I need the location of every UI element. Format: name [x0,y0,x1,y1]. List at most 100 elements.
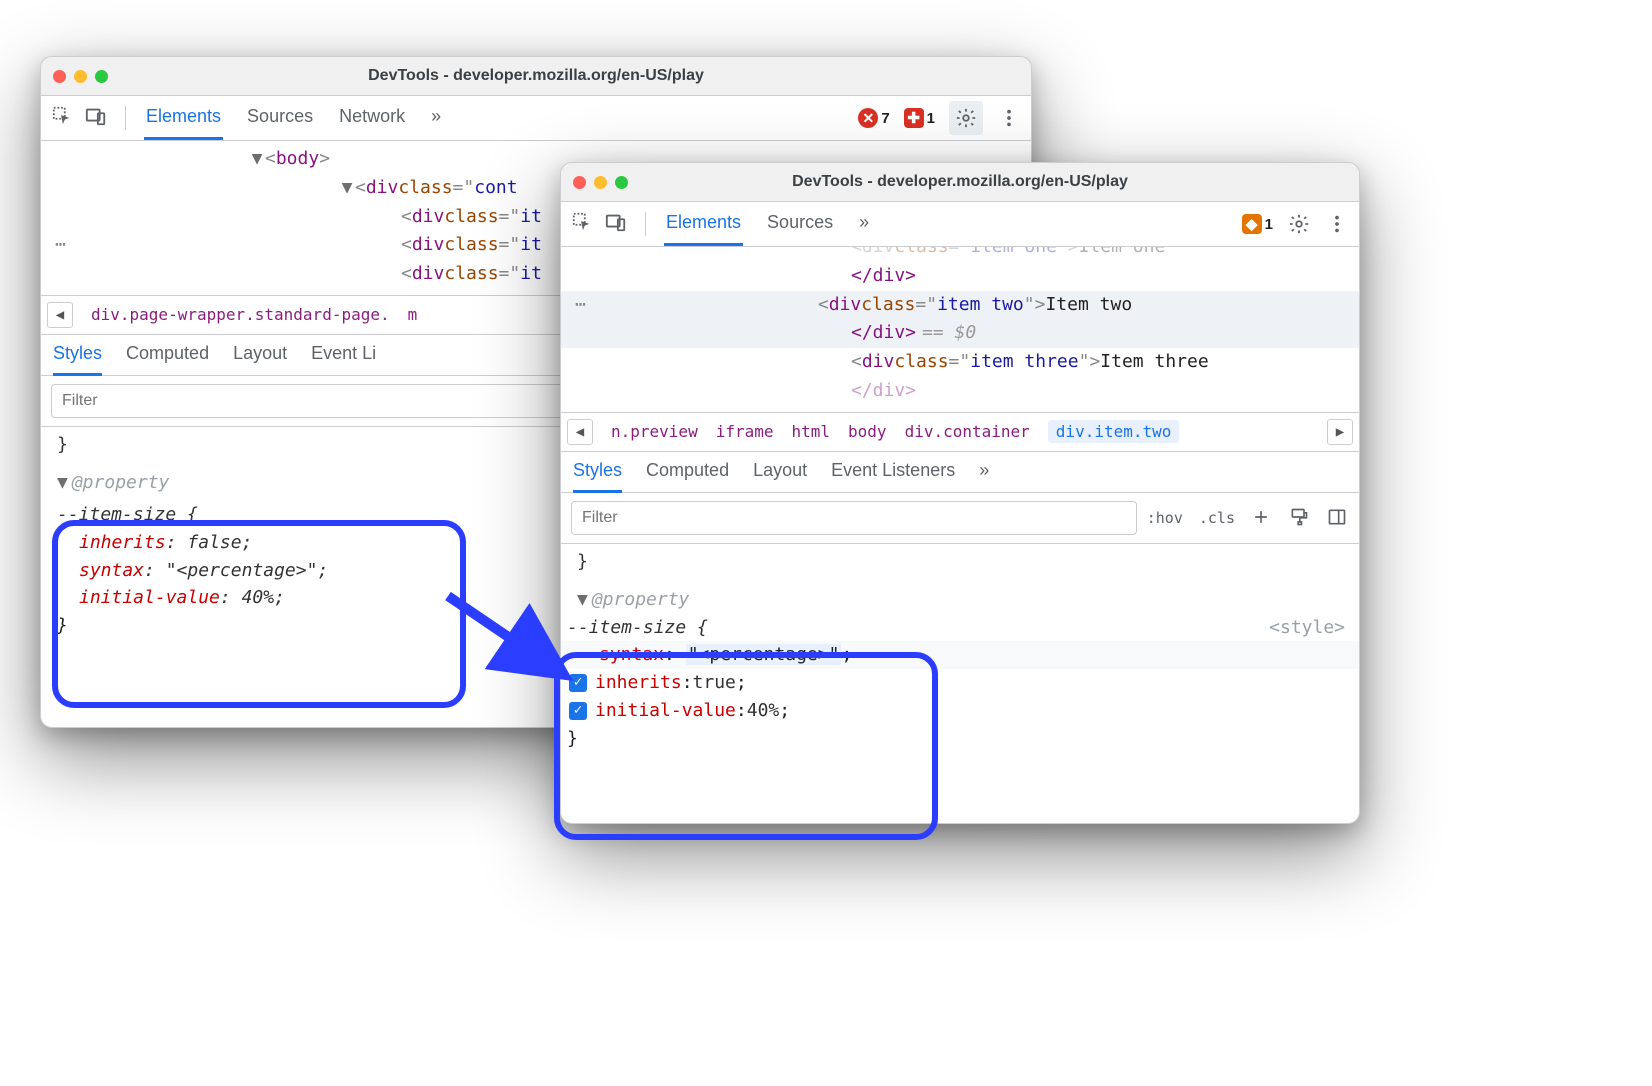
inherits-prop-name[interactable]: inherits [595,669,682,697]
tabs-more[interactable]: » [429,96,443,140]
breadcrumb-2[interactable]: ◀ n.preview iframe html body div.contain… [561,413,1359,452]
devtools-window-2: DevTools - developer.mozilla.org/en-US/p… [560,162,1360,824]
subtab-styles[interactable]: Styles [573,450,622,493]
gear-icon[interactable] [949,101,983,135]
warn-count: 1 [1265,216,1273,233]
tab-sources[interactable]: Sources [765,202,835,246]
crumb-container[interactable]: div.container [905,422,1030,441]
zoom-dot[interactable] [615,176,628,189]
window1-titlebar: DevTools - developer.mozilla.org/en-US/p… [41,57,1031,96]
initial-value-prop-name[interactable]: initial-value [595,697,736,725]
ellipsis-icon[interactable]: ⋯ [575,291,586,319]
inherits-prop-value[interactable]: true [693,669,736,697]
initial-value-prop-value[interactable]: 40% [242,587,275,608]
inherits-prop-value[interactable]: false [187,532,241,553]
initial-value-prop-name[interactable]: initial-value [79,587,220,608]
window1-title: DevTools - developer.mozilla.org/en-US/p… [41,67,1031,85]
warning-icon: ✚ [904,108,924,128]
item-one-class: item one [970,247,1057,262]
subtab-computed[interactable]: Computed [646,450,729,493]
subtab-layout[interactable]: Layout [753,450,807,493]
close-brace: } [561,725,1359,753]
traffic-lights[interactable] [573,176,628,189]
crumb-html[interactable]: html [792,422,831,441]
subtab-event-listeners[interactable]: Event Listeners [831,450,955,493]
disclosure-icon[interactable]: ▼ [577,589,588,610]
disclosure-icon[interactable]: ▼ [57,472,68,493]
close-dot[interactable] [573,176,586,189]
errors-badge[interactable]: ✕ 7 [858,108,889,128]
inherits-prop-name[interactable]: inherits [79,532,166,553]
inspect-icon[interactable] [571,211,593,238]
div-tag: div [366,174,399,203]
crumb-prev-icon[interactable]: ◀ [47,302,73,328]
cls-toggle[interactable]: .cls [1199,509,1235,527]
syntax-prop-value[interactable]: "<percentage>" [686,644,842,665]
gear-icon[interactable] [1287,212,1311,236]
crumb-next-icon[interactable]: ▶ [1327,419,1353,445]
hov-toggle[interactable]: :hov [1147,509,1183,527]
checkbox-icon[interactable]: ✓ [569,674,587,692]
subtab-styles[interactable]: Styles [53,333,102,376]
syntax-prop-name[interactable]: syntax [599,644,664,665]
zoom-dot[interactable] [95,70,108,83]
div-tag: div [412,231,445,260]
subtab-layout[interactable]: Layout [233,333,287,376]
crumb-prev-icon[interactable]: ◀ [567,419,593,445]
item-one-text: Item one [1079,247,1166,262]
kebab-icon[interactable] [1325,212,1349,236]
close-div-tag: </div> [851,262,916,291]
ellipsis-icon[interactable]: ⋯ [55,231,66,259]
warnings-badge[interactable]: ✚ 1 [904,108,935,128]
close-div-tag: </div> [851,377,916,406]
subtabs-more[interactable]: » [979,450,989,493]
crumb-preview[interactable]: n.preview [611,422,698,441]
div-tag: div [829,291,862,320]
kebab-icon[interactable] [997,106,1021,130]
styles-pane-2[interactable]: } ▼@property --item-size { <style> synta… [561,544,1359,823]
subtab-computed[interactable]: Computed [126,333,209,376]
item-three-class: item three [970,348,1078,377]
device-toggle-icon[interactable] [605,211,627,238]
error-icon: ✕ [858,108,878,128]
class-attr: class [444,203,498,232]
div-tag: div [862,348,895,377]
styles-filter-input[interactable] [571,501,1137,535]
window2-title: DevTools - developer.mozilla.org/en-US/p… [561,173,1359,191]
tab-elements[interactable]: Elements [664,202,743,246]
crumb-iframe[interactable]: iframe [716,422,774,441]
body-tag: body [276,145,319,174]
tab-elements[interactable]: Elements [144,96,223,140]
property-selector[interactable]: --item-size { [561,614,708,642]
breadcrumb-path[interactable]: div.page-wrapper.standard-page. [91,305,390,324]
syntax-prop-value[interactable]: "<percentage>" [166,560,318,581]
div-tag: div [412,203,445,232]
crumb-selected[interactable]: div.item.two [1048,420,1180,443]
div-tag: div [412,260,445,289]
errors-count: 7 [881,110,889,127]
minimize-dot[interactable] [594,176,607,189]
subtab-event-listeners[interactable]: Event Li [311,333,376,376]
window2-titlebar: DevTools - developer.mozilla.org/en-US/p… [561,163,1359,202]
add-rule-icon[interactable] [1251,507,1273,529]
devtools-toolbar-2: Elements Sources » ◆ 1 [561,202,1359,247]
warnings-badge[interactable]: ◆ 1 [1242,214,1273,234]
inspect-icon[interactable] [51,105,73,132]
crumb-body[interactable]: body [848,422,887,441]
tab-sources[interactable]: Sources [245,96,315,140]
checkbox-icon[interactable]: ✓ [569,702,587,720]
tabs-more[interactable]: » [857,202,871,246]
dom-tree-2[interactable]: <div class="item one">Item one </div> ⋯ … [561,247,1359,413]
breadcrumb-trailing[interactable]: m [408,305,418,324]
source-link[interactable]: <style> [1269,614,1359,642]
syntax-prop-name[interactable]: syntax [79,560,144,581]
tab-network[interactable]: Network [337,96,407,140]
class-attr: class [444,231,498,260]
traffic-lights[interactable] [53,70,108,83]
minimize-dot[interactable] [74,70,87,83]
device-toggle-icon[interactable] [85,105,107,132]
panel-layout-icon[interactable] [1327,507,1349,529]
initial-value-prop-value[interactable]: 40% [747,697,780,725]
close-dot[interactable] [53,70,66,83]
paint-icon[interactable] [1289,507,1311,529]
